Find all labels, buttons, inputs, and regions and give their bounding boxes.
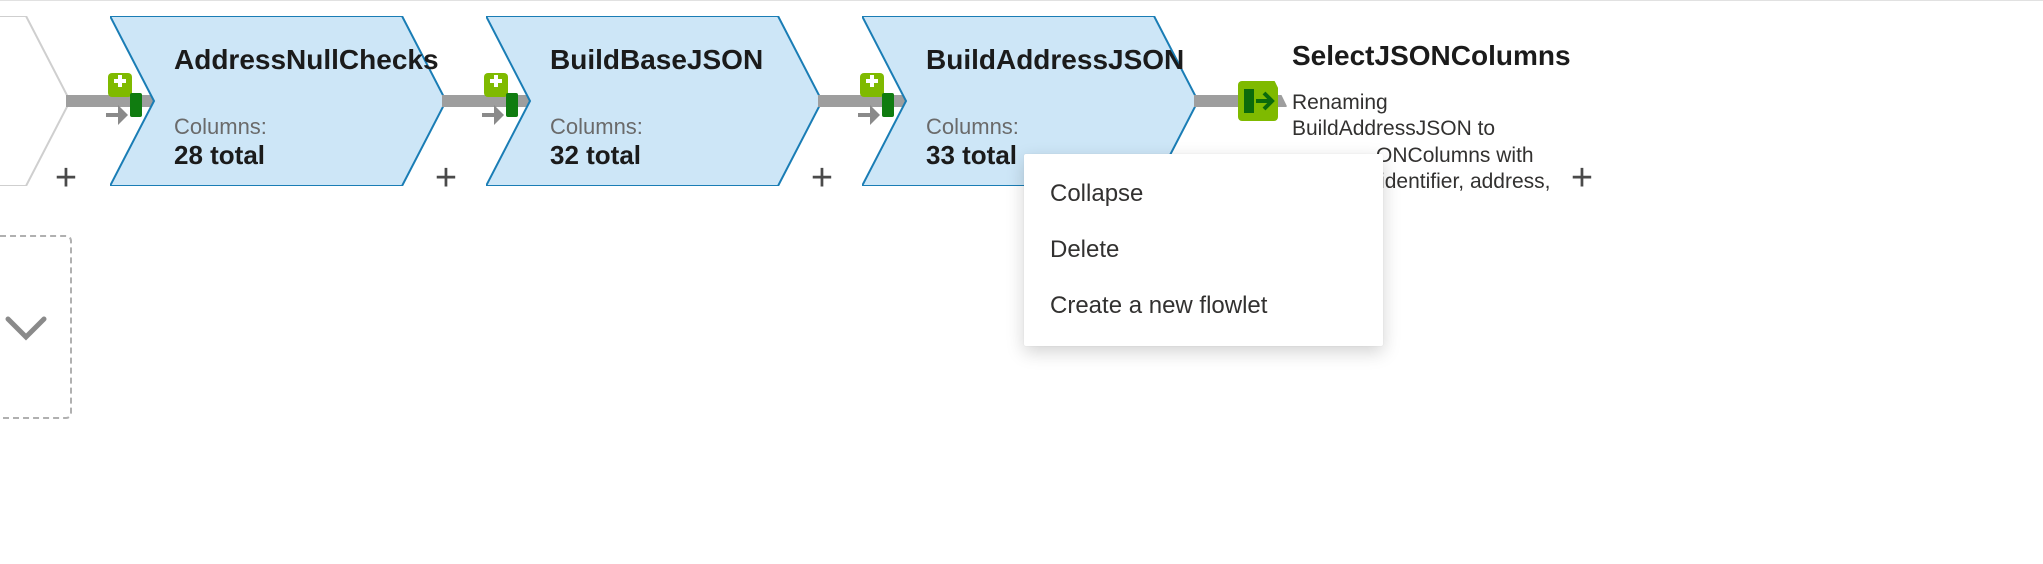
menu-item-delete[interactable]: Delete [1024, 222, 1383, 278]
node-columns-label: Columns: [174, 114, 406, 140]
flow-node-buildbasejson[interactable]: BuildBaseJSON Columns: 32 total [486, 16, 822, 186]
add-step-button[interactable]: + [800, 156, 844, 200]
node-columns-label: Columns: [926, 114, 1158, 140]
menu-item-create-flowlet[interactable]: Create a new flowlet [1024, 278, 1383, 334]
node-columns-value: 32 total [550, 140, 782, 171]
flow-node-addressnullchecks[interactable]: AddressNullChecks Columns: 28 total [110, 16, 446, 186]
add-step-button[interactable]: + [44, 156, 88, 200]
menu-item-collapse[interactable]: Collapse [1024, 166, 1383, 222]
chevron-down-icon [2, 305, 50, 353]
node-columns-value: 28 total [174, 140, 406, 171]
node-title: SelectJSONColumns [1292, 40, 1584, 72]
dataflow-canvas[interactable]: AddressNullChecks Columns: 28 total + Bu… [0, 0, 2043, 564]
add-step-button[interactable]: + [1560, 156, 1604, 200]
node-context-menu: Collapse Delete Create a new flowlet [1024, 154, 1383, 346]
node-title: BuildBaseJSON [550, 44, 782, 76]
add-step-button[interactable]: + [424, 156, 468, 200]
node-columns-label: Columns: [550, 114, 782, 140]
node-title: AddressNullChecks [174, 44, 406, 76]
node-title: BuildAddressJSON [926, 44, 1158, 76]
